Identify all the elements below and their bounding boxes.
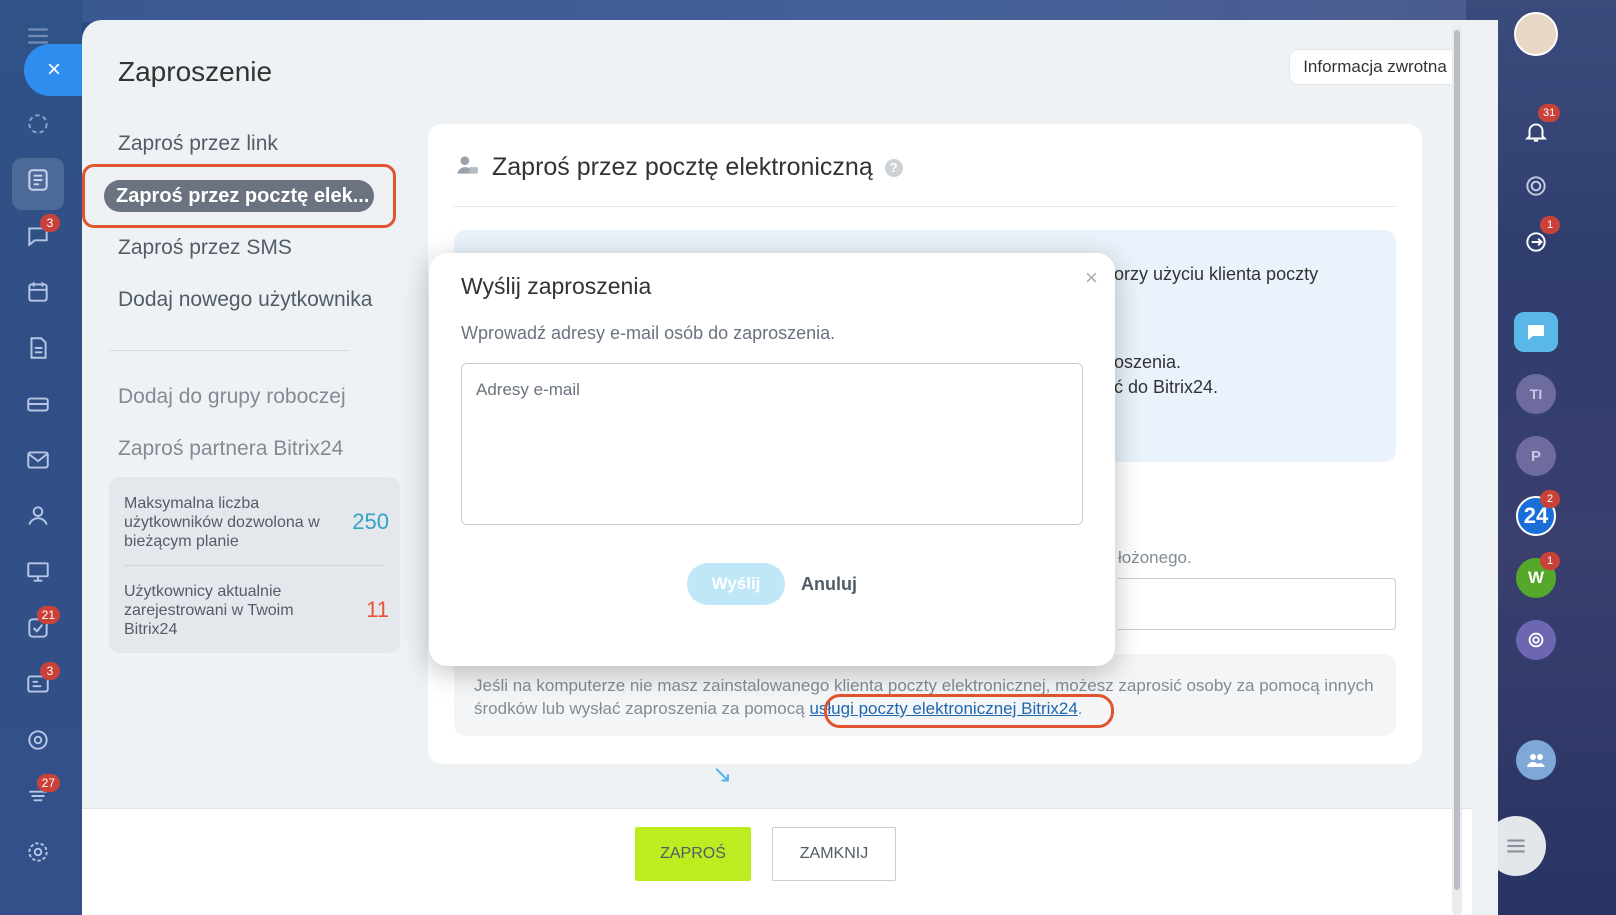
menu-item-invite-by-sms[interactable]: Zaproś przez SMS	[118, 236, 292, 260]
feedback-button[interactable]: Informacja zwrotna	[1290, 50, 1460, 84]
menu-item-invite-by-link[interactable]: Zaproś przez link	[118, 132, 278, 156]
dialog-title: Wyślij zaproszenia	[461, 273, 652, 299]
menu-item-add-to-workgroup[interactable]: Dodaj do grupy roboczej	[118, 385, 346, 409]
mail-icon[interactable]	[22, 444, 54, 476]
close-slider-button[interactable]: ×	[24, 44, 84, 96]
tasks-icon[interactable]: 21	[22, 606, 60, 644]
contact-avatar-ti[interactable]: TI	[1516, 374, 1556, 414]
close-icon: ×	[46, 56, 61, 83]
left-navigation-rail: 3 21 3 27 ×	[0, 0, 84, 915]
highlight-ring-link	[824, 694, 1114, 728]
close-button[interactable]: ZAMKNIJ	[772, 827, 896, 881]
user-invite-icon	[454, 152, 480, 183]
drive-icon[interactable]	[22, 388, 54, 420]
chat-icon[interactable]: 3	[22, 214, 60, 252]
invite-button[interactable]: ZAPROŚ	[635, 827, 751, 881]
arrow-down-icon: ↘	[712, 761, 733, 788]
contact-avatar-p[interactable]: P	[1516, 436, 1556, 476]
tasks-badge: 21	[36, 606, 60, 624]
dialog-close-icon[interactable]: ×	[1085, 265, 1098, 291]
chat-badge: 3	[40, 214, 60, 232]
calendar-icon[interactable]	[22, 276, 54, 308]
settings-icon[interactable]	[22, 836, 54, 868]
workgroups-icon[interactable]	[22, 556, 54, 588]
notifications-badge: 31	[1538, 104, 1561, 122]
limits-divider	[124, 565, 384, 566]
send-invitations-dialog: Wyślij zaproszenia × Wprowadź adresy e-m…	[429, 253, 1115, 666]
registered-users-label: Użytkownicy aktualnie zarejestrowani w T…	[124, 582, 294, 638]
card-title: Zaproś przez pocztę elektroniczną	[492, 153, 873, 181]
user-avatar[interactable]	[1514, 12, 1558, 56]
note-box: Jeśli na komputerze nie masz zainstalowa…	[454, 654, 1396, 736]
automation-icon[interactable]: 27	[22, 774, 60, 812]
document-icon[interactable]	[22, 332, 54, 364]
menu-item-add-new-user[interactable]: Dodaj nowego użytkownika	[118, 288, 372, 312]
card-divider	[454, 206, 1396, 207]
menu-item-invite-by-email[interactable]: Zaproś przez pocztę elek...	[104, 180, 374, 212]
scrollbar-thumb[interactable]	[1454, 30, 1460, 890]
info-text-line2: oszenia.	[1114, 352, 1182, 372]
registered-users-row: Użytkownicy aktualnie zarejestrowani w T…	[124, 567, 389, 653]
user-limits-box: Maksymalna liczba użytkowników dozwolona…	[109, 477, 400, 653]
tasks-sync-badge: 1	[1540, 216, 1560, 234]
open-channels-icon[interactable]	[1514, 312, 1558, 352]
activity-stream-icon[interactable]	[1516, 166, 1556, 206]
crm-badge: 3	[40, 662, 60, 680]
document-feed-icon[interactable]	[22, 164, 54, 196]
card-header: Zaproś przez pocztę elektroniczną ?	[454, 152, 903, 183]
copilot-icon[interactable]	[1516, 620, 1556, 660]
cancel-button[interactable]: Anuluj	[801, 563, 857, 605]
automation-badge: 27	[36, 774, 60, 792]
group-chat-icon[interactable]	[1516, 740, 1556, 780]
dialog-description: Wprowadź adresy e-mail osób do zaproszen…	[461, 323, 836, 343]
email-addresses-input[interactable]	[461, 363, 1083, 525]
max-users-row: Maksymalna liczba użytkowników dozwolona…	[124, 479, 389, 565]
registered-users-value: 11	[366, 597, 389, 622]
send-button[interactable]: Wyślij	[687, 563, 785, 605]
max-users-label: Maksymalna liczba użytkowników dozwolona…	[124, 494, 320, 550]
menu-divider	[109, 350, 349, 351]
helper-text: łożonego.	[1118, 548, 1192, 567]
max-users-value: 250	[352, 509, 389, 534]
contact-w-badge: 1	[1540, 552, 1560, 570]
email-text-field[interactable]	[1118, 578, 1396, 630]
info-text-line3: ć do Bitrix24.	[1114, 377, 1219, 397]
feed-icon[interactable]	[22, 108, 54, 140]
crm-icon[interactable]: 3	[22, 662, 60, 700]
footer-bar: ZAPROŚ ZAMKNIJ	[82, 808, 1472, 915]
page-title: Zaproszenie	[118, 56, 273, 87]
bitrix24-badge: 2	[1540, 490, 1560, 508]
info-text-line1: orzy użyciu klienta poczty	[1114, 264, 1319, 284]
desktop-background-top	[82, 0, 1466, 22]
employees-icon[interactable]	[22, 500, 54, 532]
menu-item-invite-partner[interactable]: Zaproś partnera Bitrix24	[118, 437, 343, 461]
help-icon[interactable]: ?	[884, 158, 903, 177]
sites-icon[interactable]	[22, 724, 54, 756]
